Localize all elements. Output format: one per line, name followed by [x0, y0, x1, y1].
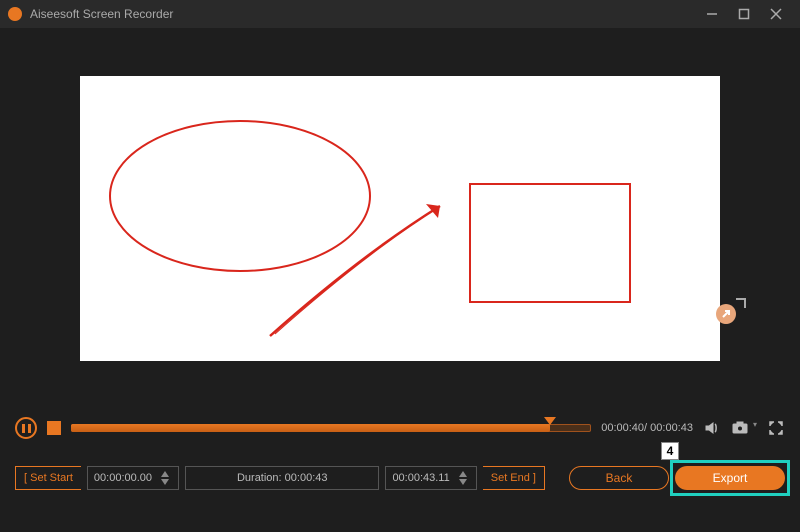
- fullscreen-icon[interactable]: [767, 419, 785, 437]
- minimize-button[interactable]: [696, 0, 728, 28]
- step-annotation: 4: [661, 442, 679, 460]
- duration-display: Duration: 00:00:43: [185, 466, 379, 490]
- back-button[interactable]: Back: [569, 466, 669, 490]
- pause-button[interactable]: [15, 417, 37, 439]
- snapshot-dropdown-icon[interactable]: ▾: [753, 420, 757, 429]
- maximize-button[interactable]: [728, 0, 760, 28]
- time-display: 00:00:40/ 00:00:43: [601, 422, 693, 434]
- stop-button[interactable]: [47, 421, 61, 435]
- start-up-icon[interactable]: [158, 470, 172, 478]
- popout-button[interactable]: [716, 304, 740, 328]
- start-time-input[interactable]: 00:00:00.00: [87, 466, 179, 490]
- player-controls: 00:00:40/ 00:00:43 ▾: [0, 408, 800, 448]
- volume-icon[interactable]: [703, 419, 721, 437]
- close-button[interactable]: [760, 0, 792, 28]
- video-preview[interactable]: [80, 76, 720, 361]
- trim-bar: [ Set Start 00:00:00.00 Duration: 00:00:…: [0, 448, 800, 508]
- app-title: Aiseesoft Screen Recorder: [30, 7, 173, 21]
- snapshot-icon[interactable]: [731, 419, 749, 437]
- preview-stage: [0, 28, 800, 408]
- start-down-icon[interactable]: [158, 478, 172, 486]
- end-time-input[interactable]: 00:00:43.11: [385, 466, 476, 490]
- set-end-button[interactable]: Set End ]: [483, 466, 545, 490]
- timeline-slider[interactable]: [71, 421, 591, 435]
- end-up-icon[interactable]: [456, 470, 470, 478]
- set-start-button[interactable]: [ Set Start: [15, 466, 81, 490]
- export-button[interactable]: Export: [675, 466, 785, 490]
- end-down-icon[interactable]: [456, 478, 470, 486]
- app-logo: [8, 7, 22, 21]
- titlebar: Aiseesoft Screen Recorder: [0, 0, 800, 28]
